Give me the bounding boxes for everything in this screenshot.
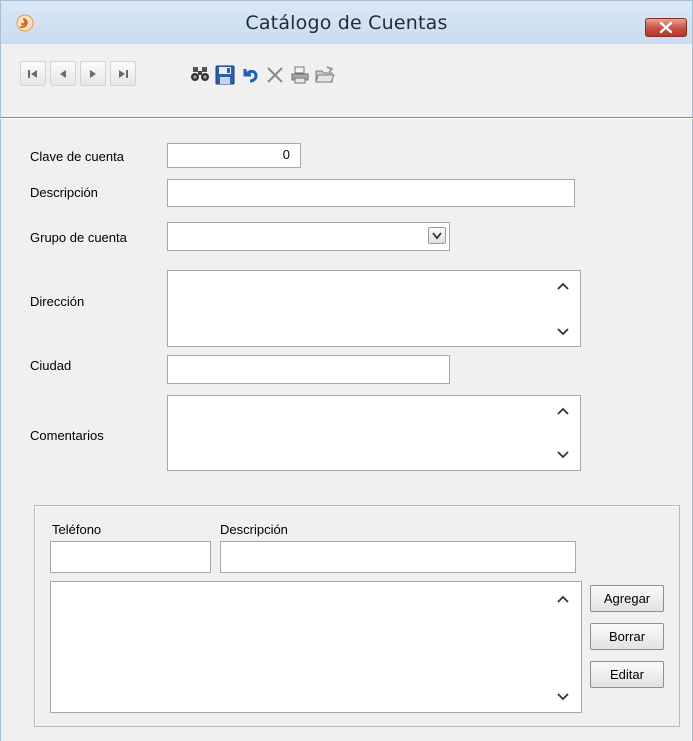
agregar-button[interactable]: Agregar <box>590 585 664 612</box>
scroll-up-icon[interactable] <box>556 281 570 291</box>
scroll-up-icon[interactable] <box>556 594 570 604</box>
ciudad-label: Ciudad <box>30 358 72 373</box>
scroll-down-icon[interactable] <box>556 692 570 702</box>
grupo-label: Grupo de cuenta <box>30 230 127 245</box>
delete-button[interactable] <box>262 61 286 86</box>
grupo-select[interactable] <box>167 222 450 251</box>
scroll-down-icon[interactable] <box>556 450 570 460</box>
last-record-button[interactable] <box>110 61 136 86</box>
first-record-button[interactable] <box>20 61 46 86</box>
printer-icon <box>291 66 309 84</box>
previous-record-button[interactable] <box>50 61 76 86</box>
print-button[interactable] <box>287 61 311 86</box>
chevron-down-icon <box>432 232 442 240</box>
comentarios-label: Comentarios <box>30 428 104 443</box>
toolbar-separator <box>0 117 693 119</box>
phone-descripcion-field[interactable] <box>220 541 576 573</box>
undo-arrow-icon <box>243 69 258 83</box>
search-button[interactable] <box>187 61 211 86</box>
window-title: Catálogo de Cuentas <box>245 12 448 34</box>
clave-label: Clave de cuenta <box>30 149 124 164</box>
descripcion-label: Descripción <box>30 185 98 200</box>
phone-descripcion-label: Descripción <box>220 522 288 537</box>
toolbar <box>0 44 693 114</box>
scroll-up-icon[interactable] <box>556 406 570 416</box>
open-button[interactable] <box>312 61 336 86</box>
phones-list[interactable] <box>50 581 582 713</box>
close-button[interactable] <box>645 18 687 37</box>
last-record-icon <box>119 70 128 78</box>
next-record-icon <box>90 70 96 78</box>
ciudad-field[interactable] <box>167 355 450 384</box>
telefono-label: Teléfono <box>52 522 102 537</box>
grupo-dropdown-button[interactable] <box>428 227 446 244</box>
open-folder-icon <box>315 66 335 83</box>
next-record-button[interactable] <box>80 61 106 86</box>
comentarios-textarea[interactable] <box>167 395 581 471</box>
direccion-label: Dirección <box>30 294 85 309</box>
editar-button[interactable]: Editar <box>590 661 664 688</box>
descripcion-field[interactable] <box>167 179 575 207</box>
save-button[interactable] <box>212 61 236 86</box>
direccion-textarea[interactable] <box>167 270 581 347</box>
clave-field[interactable]: 0 <box>167 143 301 168</box>
title-bar: Catálogo de Cuentas <box>0 0 693 44</box>
floppy-save-icon <box>215 65 235 85</box>
telefono-field[interactable] <box>50 541 211 573</box>
delete-x-icon <box>267 67 283 83</box>
undo-button[interactable] <box>237 61 261 86</box>
binoculars-search-icon <box>191 67 209 81</box>
close-icon <box>659 21 673 34</box>
borrar-button[interactable]: Borrar <box>590 623 664 650</box>
first-record-icon <box>28 70 37 78</box>
previous-record-icon <box>60 70 66 78</box>
scroll-down-icon[interactable] <box>556 327 570 337</box>
